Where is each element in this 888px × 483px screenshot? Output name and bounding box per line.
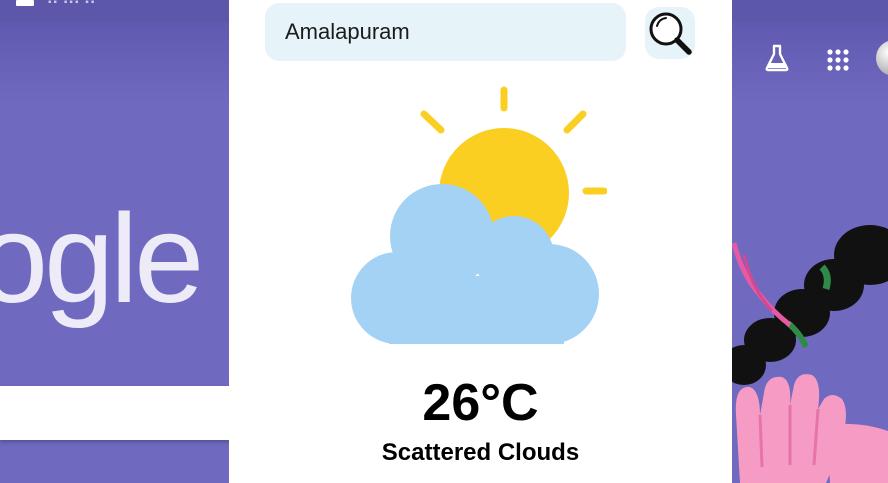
labs-flask-icon[interactable] <box>764 44 790 72</box>
tab-title-fragment: ▪▪ ▪▪▪ ▪▪ <box>48 0 97 8</box>
city-search-input[interactable] <box>265 3 626 61</box>
weather-condition: Scattered Clouds <box>381 439 580 466</box>
search-icon <box>649 12 692 55</box>
screen: ▪▪ ▪▪▪ ▪▪ ogle Amalapuram 26°C Scattered… <box>0 0 888 483</box>
background-header-icons <box>724 40 888 80</box>
weather-app-panel: 26°C Scattered Clouds <box>229 0 732 483</box>
apps-grid-icon[interactable] <box>826 48 850 72</box>
background-doodle-illustration <box>730 225 888 483</box>
tab-icon <box>16 0 34 6</box>
search-button[interactable] <box>645 7 695 59</box>
background-search-bar[interactable] <box>0 386 232 440</box>
background-logo: ogle <box>0 188 204 329</box>
temperature-value: 26°C <box>422 374 539 432</box>
account-avatar[interactable] <box>876 40 888 76</box>
partly-cloudy-icon <box>351 86 607 344</box>
